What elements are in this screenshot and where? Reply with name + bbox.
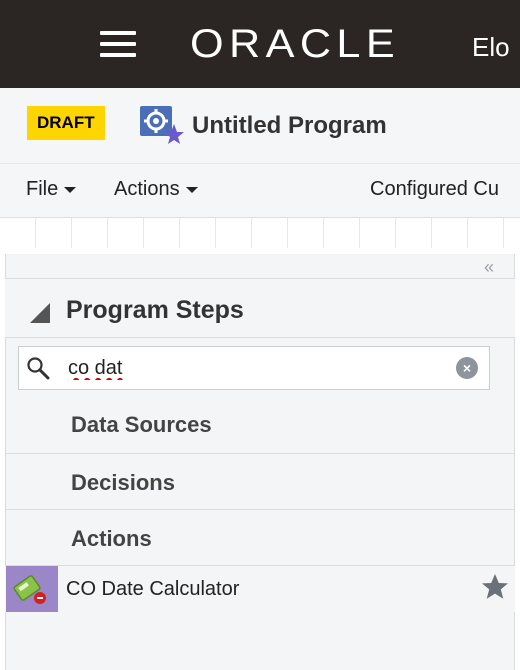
file-menu-label: File: [26, 178, 59, 200]
chevron-down-icon: [64, 186, 77, 193]
status-badge: DRAFT: [27, 106, 105, 140]
actions-menu-label: Actions: [114, 178, 180, 200]
category-decisions[interactable]: Decisions: [5, 454, 515, 510]
calculator-step-icon: [6, 566, 58, 612]
category-label: Data Sources: [71, 412, 212, 437]
oracle-logo: ORACLE: [190, 22, 401, 66]
chevron-down-icon: [185, 186, 198, 193]
category-label: Decisions: [71, 470, 175, 495]
canvas-ruler: [0, 218, 520, 248]
file-menu[interactable]: File: [26, 178, 77, 201]
search-input[interactable]: [66, 352, 446, 384]
category-actions[interactable]: Actions: [5, 510, 515, 566]
top-navigation-bar: ORACLE Elo: [0, 0, 520, 88]
hamburger-menu-icon[interactable]: [100, 29, 136, 59]
program-gear-icon: [140, 106, 184, 144]
configured-menu[interactable]: Configured Cu: [370, 178, 499, 201]
actions-menu[interactable]: Actions: [114, 178, 198, 201]
category-data-sources[interactable]: Data Sources: [5, 398, 515, 454]
collapse-panel-icon[interactable]: «: [484, 257, 494, 278]
product-name: Elo: [472, 32, 510, 62]
program-title[interactable]: Untitled Program: [192, 112, 387, 140]
panel-title: Program Steps: [66, 296, 244, 324]
category-label: Actions: [71, 526, 152, 551]
step-label: CO Date Calculator: [66, 578, 240, 600]
clear-search-icon[interactable]: ×: [456, 357, 478, 379]
search-icon: [27, 357, 50, 380]
star-icon[interactable]: [480, 572, 510, 602]
expand-triangle-icon[interactable]: [30, 303, 50, 323]
